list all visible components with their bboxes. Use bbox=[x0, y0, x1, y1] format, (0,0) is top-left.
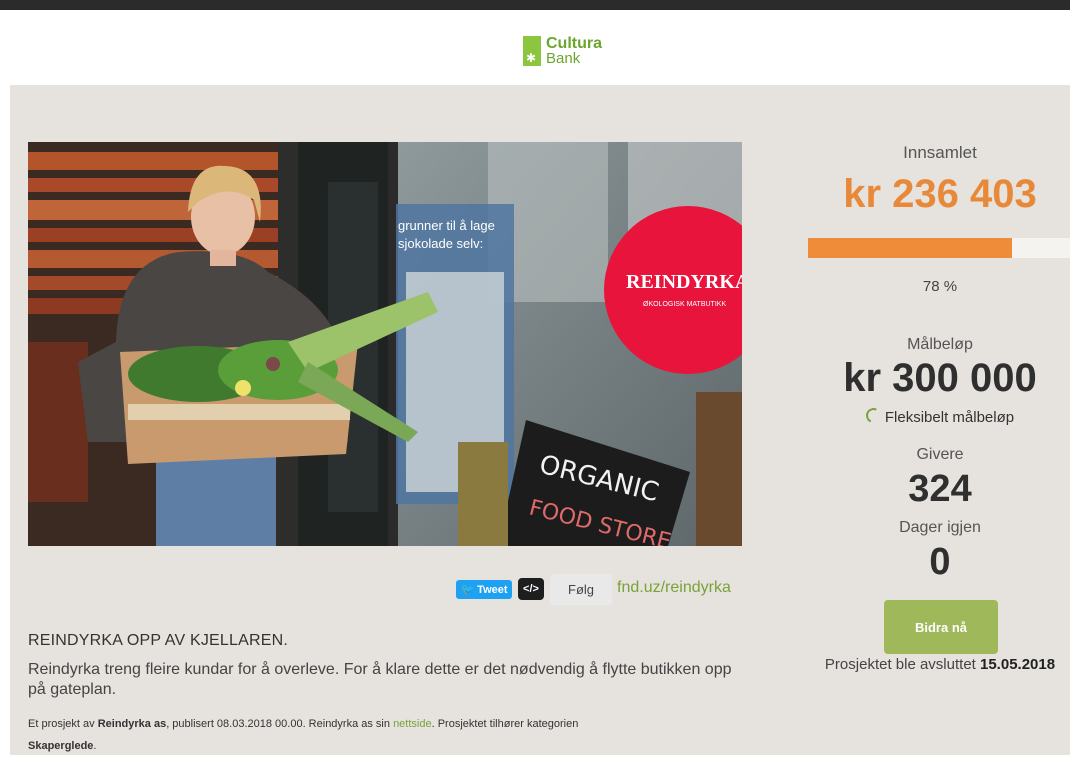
project-category-link[interactable]: Skaperglede bbox=[28, 740, 93, 752]
embed-code-button[interactable]: </> bbox=[518, 578, 544, 600]
goal-label: Målbeløp bbox=[907, 336, 973, 353]
project-photo: grunner til å lage sjokolade selv: REIND… bbox=[28, 142, 742, 546]
tweet-button[interactable]: 🐦 Tweet bbox=[456, 580, 512, 599]
givers-label: Givere bbox=[916, 446, 964, 463]
cultura-bank-logo[interactable]: ✱ Cultura Bank bbox=[523, 36, 602, 66]
goal-amount: kr 300 000 bbox=[843, 356, 1037, 400]
logo-text-cultura: Cultura bbox=[546, 35, 602, 52]
collected-label: Innsamlet bbox=[903, 143, 977, 162]
days-left-count: 0 bbox=[929, 541, 951, 583]
project-description: Reindyrka treng fleire kundar for å over… bbox=[28, 661, 732, 698]
funding-progress-bar bbox=[808, 238, 1070, 258]
logo-text-bank: Bank bbox=[546, 50, 581, 67]
collected-amount: kr 236 403 bbox=[843, 172, 1037, 216]
days-left-label: Dager igjen bbox=[899, 519, 981, 536]
twitter-bird-icon: 🐦 bbox=[460, 584, 475, 596]
project-title: REINDYRKA OPP AV KJELLAREN. bbox=[28, 632, 289, 649]
project-ended-notice: Prosjektet ble avsluttet 15.05.2018 bbox=[824, 656, 1056, 673]
shop-sign-subtitle: ØKOLOGISK MATBUTIKK bbox=[643, 301, 726, 308]
flexible-goal-icon bbox=[863, 405, 884, 426]
project-end-date: 15.05.2018 bbox=[980, 656, 1056, 673]
progress-percent: 78 % bbox=[922, 278, 958, 295]
tweet-label: Tweet bbox=[477, 583, 508, 596]
logo-mark-icon: ✱ bbox=[523, 36, 541, 66]
contribute-button[interactable]: Bidra nå bbox=[884, 600, 998, 654]
givers-count: 324 bbox=[908, 468, 972, 510]
project-owner: Reindyrka as bbox=[97, 718, 167, 730]
follow-button[interactable]: Følg bbox=[550, 574, 612, 605]
project-short-url-link[interactable]: fnd.uz/reindyrka bbox=[617, 579, 731, 597]
project-photo-illustration: grunner til å lage sjokolade selv: REIND… bbox=[28, 142, 742, 546]
flexible-goal-indicator: Fleksibelt målbeløp bbox=[800, 405, 1070, 426]
left-gutter bbox=[0, 10, 10, 755]
funding-progress-fill bbox=[808, 238, 1013, 258]
website-link[interactable]: nettside bbox=[393, 718, 432, 730]
top-bar bbox=[0, 0, 1070, 10]
shop-sign-name: REINDYRKA bbox=[626, 271, 742, 293]
project-meta: Et prosjekt av Reindyrka as, publisert 0… bbox=[28, 718, 579, 752]
window-text-1: grunner til å lage bbox=[398, 218, 495, 233]
window-text-2: sjokolade selv: bbox=[398, 236, 483, 251]
